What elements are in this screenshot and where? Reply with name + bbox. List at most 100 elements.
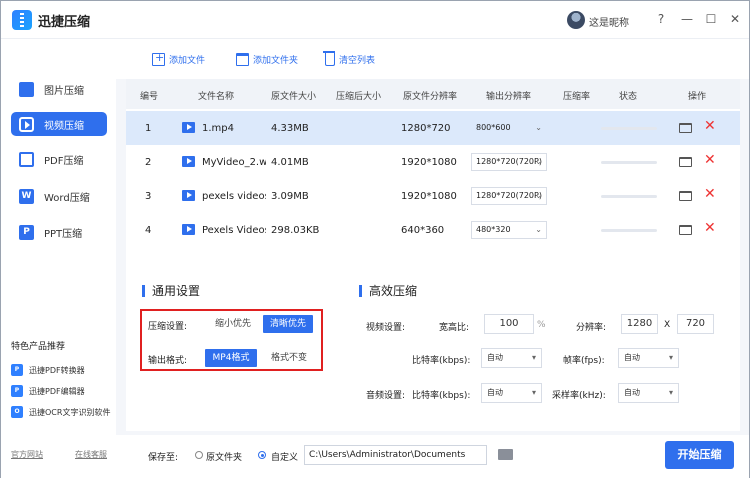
video-file-icon [182,156,195,167]
resolution-height-input[interactable]: 720 [677,314,714,334]
option-size-priority[interactable]: 缩小优先 [208,315,258,333]
chevron-down-icon: ▾ [531,388,536,397]
folder-icon[interactable] [679,191,692,201]
col-header: 压缩后大小 [336,92,382,102]
add-file-button[interactable]: 添加文件 [152,51,205,66]
folder-icon[interactable] [679,123,692,133]
sidebar: 图片压缩 视频压缩 PDF压缩 W Word压缩 P PPT压缩 特色产品推荐 … [1,39,116,478]
option-keep-format[interactable]: 格式不变 [264,349,314,367]
progress-bar [601,127,657,130]
browse-folder-icon[interactable] [498,449,513,460]
col-header: 状态 [619,92,638,102]
format-label: 输出格式: [148,356,188,366]
footer-bar: 保存至: 原文件夹 自定义 C:\Users\Administrator\Doc… [116,435,749,478]
folder-icon[interactable] [679,157,692,167]
avatar[interactable] [567,11,585,29]
delete-icon[interactable]: ✕ [704,220,716,236]
add-folder-button[interactable]: 添加文件夹 [236,53,298,66]
chevron-down-icon: ▾ [531,353,536,362]
video-icon [19,116,34,132]
folder-icon[interactable] [679,225,692,235]
resolution-x: X [664,320,671,330]
table-row[interactable]: 4 Pexels Videos... 298.03KB 640*360 480*… [126,213,740,247]
support-link[interactable]: 在线客服 [75,449,107,460]
aspect-ratio-input[interactable]: 100 [484,314,534,334]
audio-bitrate-label: 比特率(kbps): [412,391,471,401]
title-bar: 迅捷压缩 这是昵称 ? — ☐ ✕ [1,1,749,39]
sidebar-item-video[interactable]: 视频压缩 [11,112,107,136]
progress-bar [601,161,657,164]
sidebar-item-ppt[interactable]: P PPT压缩 [11,220,107,244]
fps-label: 帧率(fps): [563,356,605,366]
close-icon[interactable]: ✕ [726,10,744,28]
save-to-label: 保存至: [148,453,179,463]
output-resolution-select[interactable]: 800*600 ⌄ [471,119,547,137]
sidebar-item-pdf[interactable]: PDF压缩 [11,147,107,171]
option-mp4[interactable]: MP4格式 [205,349,257,367]
sidebar-item-label: PDF压缩 [44,155,84,167]
maximize-icon[interactable]: ☐ [702,10,720,28]
chevron-down-icon: ▾ [668,388,673,397]
original-folder-label[interactable]: 原文件夹 [206,450,242,463]
clear-list-button[interactable]: 清空列表 [323,51,375,66]
output-resolution-select[interactable]: 480*320 ⌄ [471,221,547,239]
table-row[interactable]: 2 MyVideo_2.w... 4.01MB 1920*1080 1280*7… [126,145,740,179]
table-header: 编号 文件名称 原文件大小 压缩后大小 原文件分辨率 输出分辨率 压缩率 状态 … [126,79,740,109]
featured-pdf-editor[interactable]: P 迅捷PDF编辑器 [11,385,85,397]
output-resolution-select[interactable]: 1280*720(720P) ⌄ [471,153,547,171]
audio-bitrate-select[interactable]: 自动 ▾ [481,383,542,403]
app-logo-icon [12,10,32,30]
col-header: 压缩率 [563,92,591,102]
chevron-down-icon: ⌄ [535,191,542,200]
ppt-icon: P [19,224,34,240]
chevron-down-icon: ⌄ [535,123,542,132]
video-settings-label: 视频设置: [366,323,406,333]
resolution-label: 分辨率: [576,323,607,333]
sidebar-item-word[interactable]: W Word压缩 [11,184,107,208]
table-row[interactable]: 3 pexels videos... 3.09MB 1920*1080 1280… [126,179,740,213]
output-resolution-select[interactable]: 1280*720(720P) ⌄ [471,187,547,205]
option-clarity-priority[interactable]: 清晰优先 [263,315,313,333]
settings-panel: 通用设置 压缩设置: 缩小优先 清晰优先 输出格式: MP4格式 格式不变 高效… [126,271,740,431]
delete-icon[interactable]: ✕ [704,118,716,134]
sidebar-item-label: PPT压缩 [44,228,83,240]
main-panel: 添加文件 添加文件夹 清空列表 编号 文件名称 原文件大小 压缩后大小 原文件分… [116,39,749,478]
minimize-icon[interactable]: — [678,10,696,28]
user-nickname[interactable]: 这是昵称 [589,14,629,29]
help-icon[interactable]: ? [652,10,670,28]
ocr-icon: O [11,406,23,418]
sidebar-item-image[interactable]: 图片压缩 [11,77,107,101]
app-window: 迅捷压缩 这是昵称 ? — ☐ ✕ 图片压缩 视频压缩 PDF压缩 W Word… [0,0,750,478]
website-link[interactable]: 官方网站 [11,449,43,460]
chevron-down-icon: ▾ [668,353,673,362]
fps-select[interactable]: 自动 ▾ [618,348,679,368]
resolution-width-input[interactable]: 1280 [621,314,658,334]
radio-original-folder[interactable] [195,451,203,459]
app-title: 迅捷压缩 [38,15,91,30]
table-row[interactable]: 1 1.mp4 4.33MB 1280*720 800*600 ⌄ ✕ [126,111,740,145]
video-file-icon [182,224,195,235]
featured-title: 特色产品推荐 [11,342,66,352]
save-path-input[interactable]: C:\Users\Administrator\Documents [304,445,487,465]
bitrate-select[interactable]: 自动 ▾ [481,348,542,368]
sample-rate-select[interactable]: 自动 ▾ [618,383,679,403]
delete-icon[interactable]: ✕ [704,152,716,168]
featured-ocr[interactable]: O 迅捷OCR文字识别软件 [11,406,110,418]
trash-icon [323,51,335,66]
delete-icon[interactable]: ✕ [704,186,716,202]
file-table: 编号 文件名称 原文件大小 压缩后大小 原文件分辨率 输出分辨率 压缩率 状态 … [126,79,740,289]
word-icon: W [19,188,34,204]
featured-pdf-converter[interactable]: P 迅捷PDF转换器 [11,364,85,376]
start-compress-button[interactable]: 开始压缩 [665,441,734,469]
col-header: 输出分辨率 [486,92,532,102]
pdf-icon [19,151,34,167]
audio-settings-label: 音频设置: [366,391,406,401]
radio-custom[interactable] [258,451,266,459]
col-header: 原文件大小 [271,92,317,102]
chevron-down-icon: ⌄ [535,225,542,234]
video-file-icon [182,122,195,133]
col-header: 编号 [140,92,159,102]
custom-label[interactable]: 自定义 [271,450,298,463]
toolbar: 添加文件 添加文件夹 清空列表 [116,39,749,79]
bitrate-label: 比特率(kbps): [412,356,471,366]
